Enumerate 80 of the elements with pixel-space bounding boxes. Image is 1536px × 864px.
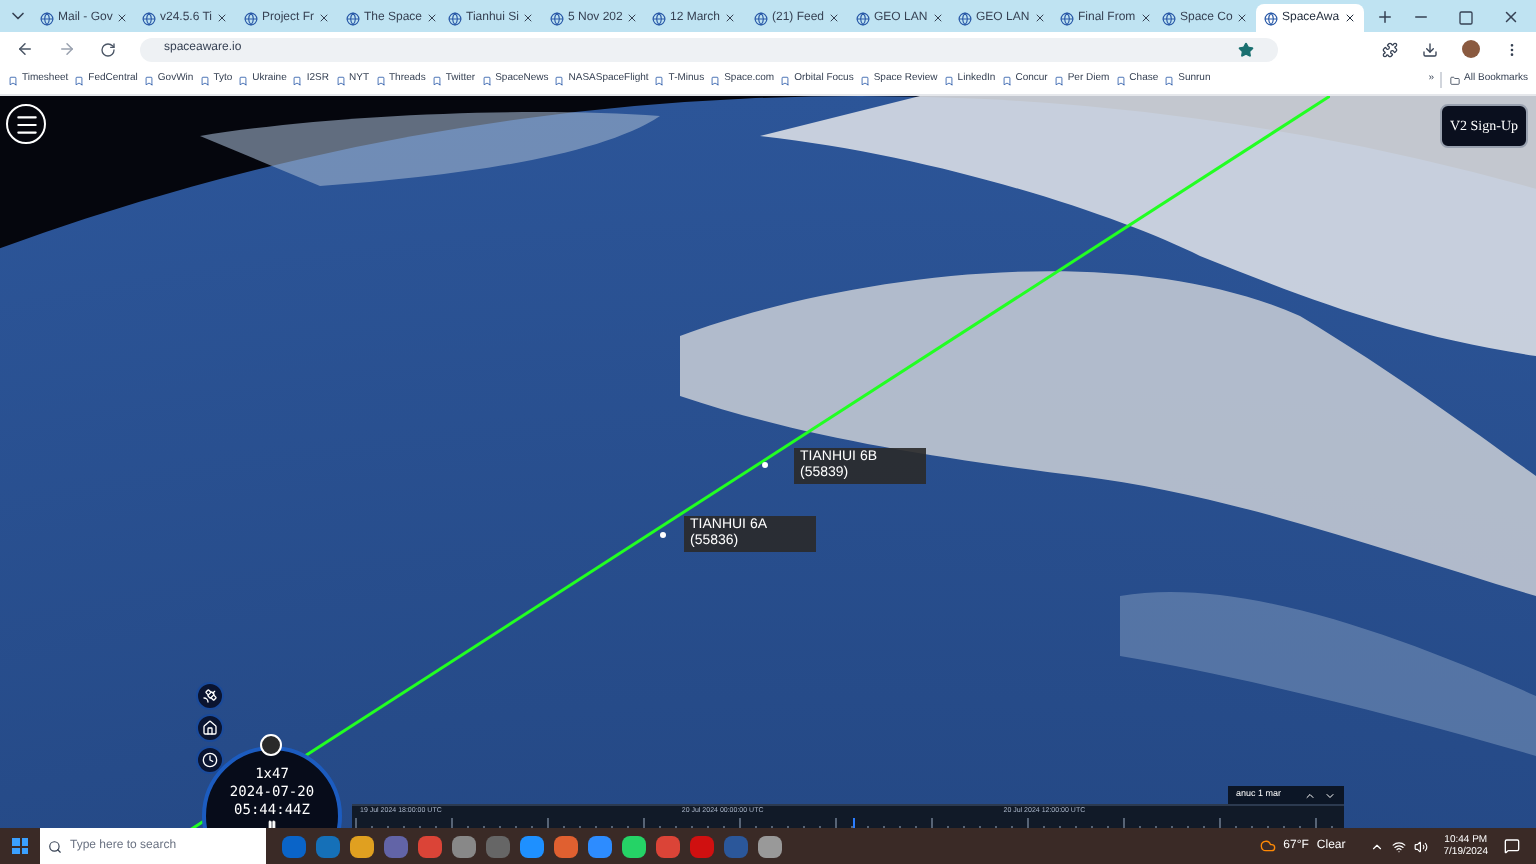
home-icon [202,720,218,736]
globe-icon [40,11,54,25]
taskbar-app-icon[interactable] [758,835,782,857]
globe-icon [448,11,462,25]
taskbar-app-icon[interactable] [520,835,544,857]
taskbar-app-icon[interactable] [554,835,578,857]
taskbar-app-icon[interactable] [588,835,612,857]
close-icon[interactable] [1236,12,1249,24]
download-icon[interactable] [1422,41,1438,57]
reload-icon[interactable] [100,41,116,57]
search-icon [48,839,62,853]
globe-icon [958,11,972,25]
globe-icon [244,11,258,25]
new-tab-icon[interactable] [1376,8,1394,26]
globe-icon [1162,11,1176,25]
bookmark-icon [1115,75,1126,85]
close-icon[interactable] [1033,12,1046,24]
bookmark-icon [143,75,154,85]
bookmark-icon [780,75,791,85]
profile-avatar[interactable] [1462,40,1480,58]
bookmark-icon [859,75,870,85]
globe-icon [1060,11,1074,25]
tray-expand-icon[interactable] [1369,839,1384,853]
weather-icon [1259,838,1276,854]
close-icon[interactable] [1139,12,1152,24]
forward-icon[interactable] [58,40,76,58]
volume-icon[interactable] [1413,839,1428,853]
close-icon[interactable] [626,12,639,24]
pause-button[interactable] [264,820,278,828]
bookmark-icon [199,75,210,85]
bookmark-icon [375,75,385,85]
taskbar-app-icon[interactable] [452,835,476,857]
bookmark-icon [1001,75,1012,85]
zoom-out-icon[interactable] [1324,789,1336,801]
bookmark-icon [554,75,565,85]
bookmark-icon [1053,75,1064,85]
notifications-icon[interactable] [1504,838,1520,854]
close-icon[interactable] [426,12,439,24]
close-icon[interactable] [1344,12,1356,24]
maximize-icon[interactable] [1458,10,1474,26]
close-icon[interactable] [116,12,129,24]
bookmark-icon [481,75,492,85]
bookmark-icon [943,75,954,85]
folder-icon [1450,75,1461,85]
close-icon[interactable] [828,12,841,24]
bookmark-icon [1164,75,1175,85]
zoom-in-icon[interactable] [1304,789,1316,801]
bookmark-icon [335,75,345,85]
globe-icon [754,11,768,25]
extensions-icon[interactable] [1382,41,1398,57]
bookmark-icon [74,75,85,85]
clock-icon [202,752,218,768]
menu-button[interactable] [6,104,46,144]
bookmark-icon [431,75,442,85]
close-icon[interactable] [318,12,331,24]
bookmark-icon [654,75,665,85]
close-icon[interactable] [724,12,737,24]
close-icon[interactable] [1502,8,1520,26]
taskbar-app-icon[interactable] [622,835,646,857]
taskbar-app-icon[interactable] [418,835,442,857]
bookmark-icon [292,75,303,85]
taskbar-app-icon[interactable] [656,835,680,857]
back-icon[interactable] [16,40,34,58]
bookmark-icon [710,75,721,85]
globe-icon [550,11,564,25]
close-icon[interactable] [522,12,535,24]
menu-icon [13,111,39,137]
globe-icon [346,11,360,25]
pause-icon [265,820,277,828]
taskbar-app-icon[interactable] [350,835,374,857]
network-icon[interactable] [1391,839,1406,853]
globe-icon [652,11,666,25]
close-icon[interactable] [931,12,944,24]
bookmark-icon [8,75,18,85]
globe-icon [856,11,870,25]
satellite-icon [202,688,218,704]
bookmark-icon [238,75,249,85]
close-icon[interactable] [216,12,229,24]
globe-icon [1264,11,1278,25]
globe-icon [142,11,156,25]
